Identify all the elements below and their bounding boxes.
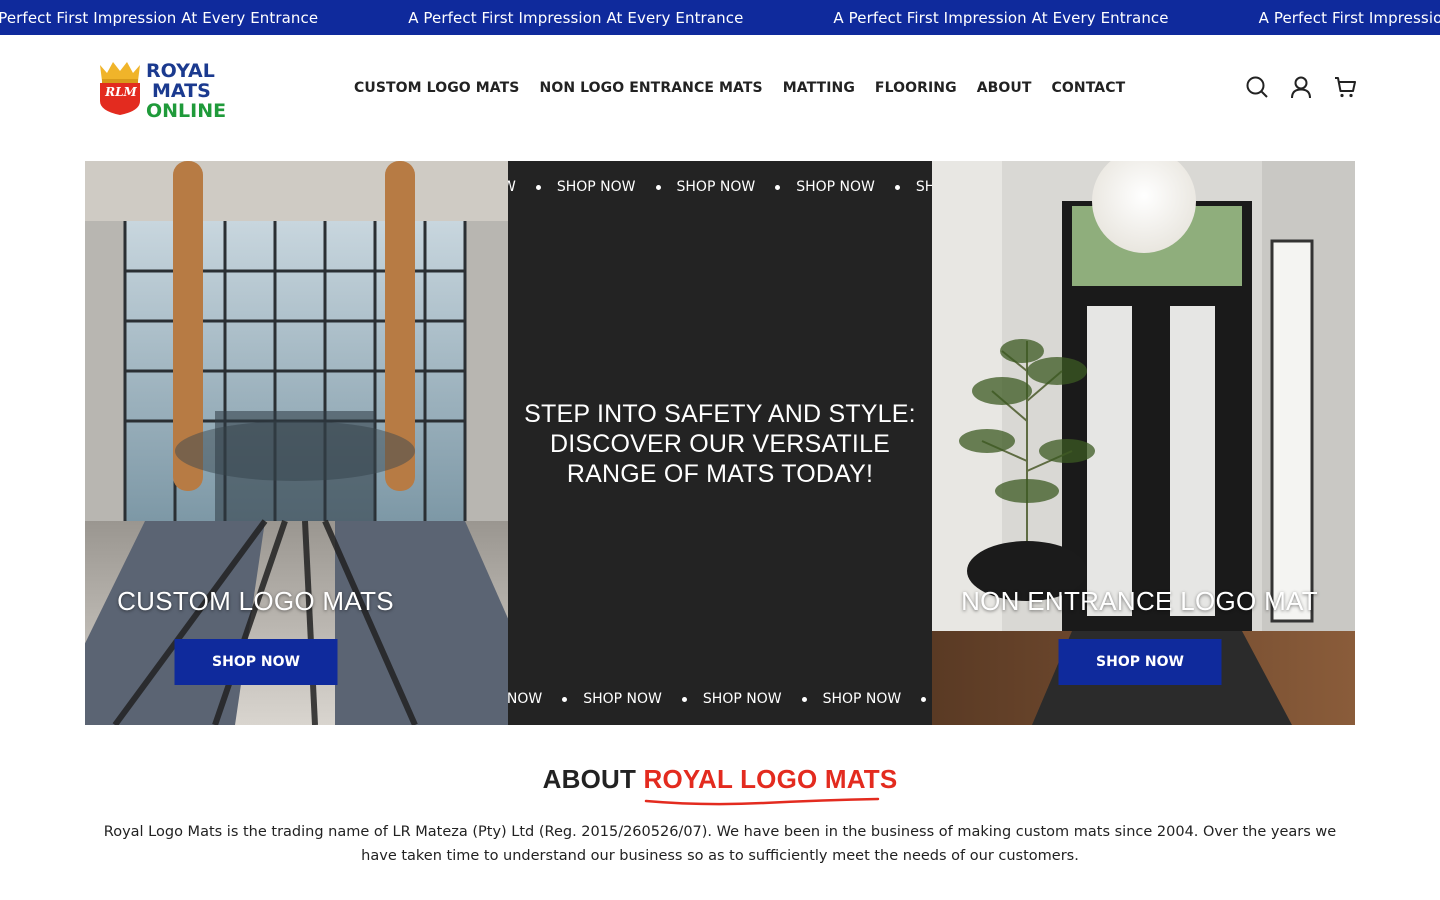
announcement-message: A Perfect First Impression At Every Entr… <box>1258 8 1440 27</box>
nav-matting[interactable]: MATTING <box>783 80 855 96</box>
ticker-item[interactable]: SHOP NOW <box>557 179 636 195</box>
shop-now-button-custom-logo-mats[interactable]: SHOP NOW <box>174 639 338 685</box>
logo-word-royal: ROYAL <box>146 60 215 82</box>
ticker-dot <box>894 184 900 190</box>
logo-word-online: ONLINE <box>146 100 227 122</box>
announcement-message: A Perfect First Impression At Every Entr… <box>833 8 1169 27</box>
hero-panel-non-entrance-logo-mat[interactable]: NON ENTRANCE LOGO MAT SHOP NOW <box>932 161 1355 725</box>
ticker-dot <box>921 696 927 702</box>
search-icon[interactable] <box>1246 75 1268 99</box>
nav-custom-logo-mats[interactable]: CUSTOM LOGO MATS <box>354 80 520 96</box>
hero-section: CUSTOM LOGO MATS SHOP NOW W SHOP NOW SHO… <box>85 161 1355 725</box>
ticker-item[interactable]: SHOP NOW <box>583 691 662 707</box>
announcement-track: A Perfect First Impression At Every Entr… <box>0 0 1440 35</box>
hero-promo-heading: STEP INTO SAFETY AND STYLE: DISCOVER OUR… <box>524 400 916 488</box>
logo-word-mats: MATS <box>152 80 211 102</box>
ticker-item[interactable]: W <box>508 179 516 195</box>
shop-now-button-non-entrance-logo-mat[interactable]: SHOP NOW <box>1058 639 1222 685</box>
ticker-item[interactable]: SHOP NOW <box>703 691 782 707</box>
hero-panel-promo: W SHOP NOW SHOP NOW SHOP NOW SHOP N STEP… <box>508 161 932 725</box>
main-nav: CUSTOM LOGO MATS NON LOGO ENTRANCE MATS … <box>354 35 1125 141</box>
ticker-dot <box>801 696 807 702</box>
hero-left-title: CUSTOM LOGO MATS <box>117 586 394 616</box>
announcement-bar: A Perfect First Impression At Every Entr… <box>0 0 1440 35</box>
site-logo[interactable]: RLM ROYAL MATS ONLINE <box>98 59 226 121</box>
nav-about[interactable]: ABOUT <box>977 80 1032 96</box>
about-body: Royal Logo Mats is the trading name of L… <box>103 824 1337 864</box>
header-icons <box>1246 75 1356 99</box>
nav-non-logo-entrance-mats[interactable]: NON LOGO ENTRANCE MATS <box>540 80 763 96</box>
ticker-item[interactable]: SHOP NOW <box>677 179 756 195</box>
about-heading: ABOUT ROYAL LOGO MATS <box>0 764 1440 806</box>
ticker-item[interactable]: SHOP NOW <box>823 691 902 707</box>
announcement-message: A Perfect First Impression At Every Entr… <box>0 8 319 27</box>
ticker-dot <box>655 184 661 190</box>
ticker-dot <box>535 184 541 190</box>
account-icon[interactable] <box>1290 75 1312 99</box>
nav-flooring[interactable]: FLOORING <box>875 80 957 96</box>
ticker-item[interactable]: SHOP NOW <box>796 179 875 195</box>
ticker-item[interactable]: P NOW <box>508 691 542 707</box>
ticker-top: W SHOP NOW SHOP NOW SHOP NOW SHOP N <box>508 175 932 199</box>
hero-right-title: NON ENTRANCE LOGO MAT <box>961 586 1318 616</box>
about-heading-accent: ROYAL LOGO MATS <box>643 764 898 806</box>
ticker-bottom: P NOW SHOP NOW SHOP NOW SHOP NOW S <box>508 687 932 711</box>
logo-monogram: RLM <box>105 85 137 99</box>
ticker-dot <box>681 696 687 702</box>
underline-swash-icon <box>644 797 879 806</box>
about-heading-plain: ABOUT <box>542 764 637 794</box>
ticker-item[interactable]: SHOP N <box>916 179 932 195</box>
ticker-dot <box>562 696 568 702</box>
announcement-message: A Perfect First Impression At Every Entr… <box>408 8 744 27</box>
site-header: RLM ROYAL MATS ONLINE CUSTOM LOGO MATS N… <box>0 35 1440 161</box>
about-heading-accent-text: ROYAL LOGO MATS <box>643 764 898 794</box>
cart-icon[interactable] <box>1334 75 1356 99</box>
nav-contact[interactable]: CONTACT <box>1052 80 1126 96</box>
ticker-dot <box>775 184 781 190</box>
hero-panel-custom-logo-mats[interactable]: CUSTOM LOGO MATS SHOP NOW <box>85 161 508 725</box>
